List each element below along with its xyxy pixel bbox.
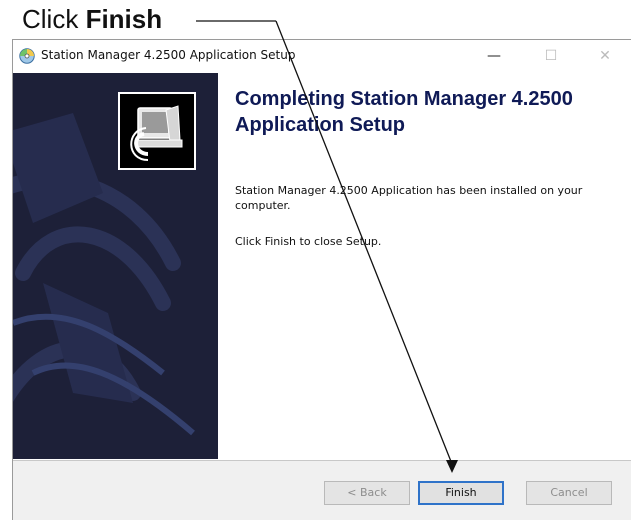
callout-emphasis: Finish: [85, 4, 163, 34]
maximize-button[interactable]: ☐: [533, 44, 569, 68]
wizard-content: Completing Station Manager 4.2500 Applic…: [218, 73, 631, 459]
minimize-button[interactable]: —: [476, 44, 512, 68]
instruction-callout: Click Finish: [22, 2, 162, 36]
close-button[interactable]: ✕: [587, 44, 623, 68]
window-title: Station Manager 4.2500 Application Setup: [41, 48, 296, 62]
callout-prefix: Click: [22, 4, 86, 34]
button-bar: < Back Finish Cancel: [13, 461, 631, 520]
title-bar: Station Manager 4.2500 Application Setup…: [13, 40, 631, 73]
installer-disc-icon: [19, 48, 35, 64]
wizard-banner: [13, 73, 218, 459]
finish-button[interactable]: Finish: [418, 481, 504, 505]
installed-message: Station Manager 4.2500 Application has b…: [235, 184, 583, 212]
page-heading: Completing Station Manager 4.2500 Applic…: [235, 88, 573, 136]
setup-window: Station Manager 4.2500 Application Setup…: [12, 39, 631, 520]
finish-instruction: Click Finish to close Setup.: [235, 235, 382, 248]
cancel-button[interactable]: Cancel: [526, 481, 612, 505]
computer-install-icon: [130, 105, 183, 161]
back-button[interactable]: < Back: [324, 481, 410, 505]
setup-logo: [118, 92, 196, 170]
